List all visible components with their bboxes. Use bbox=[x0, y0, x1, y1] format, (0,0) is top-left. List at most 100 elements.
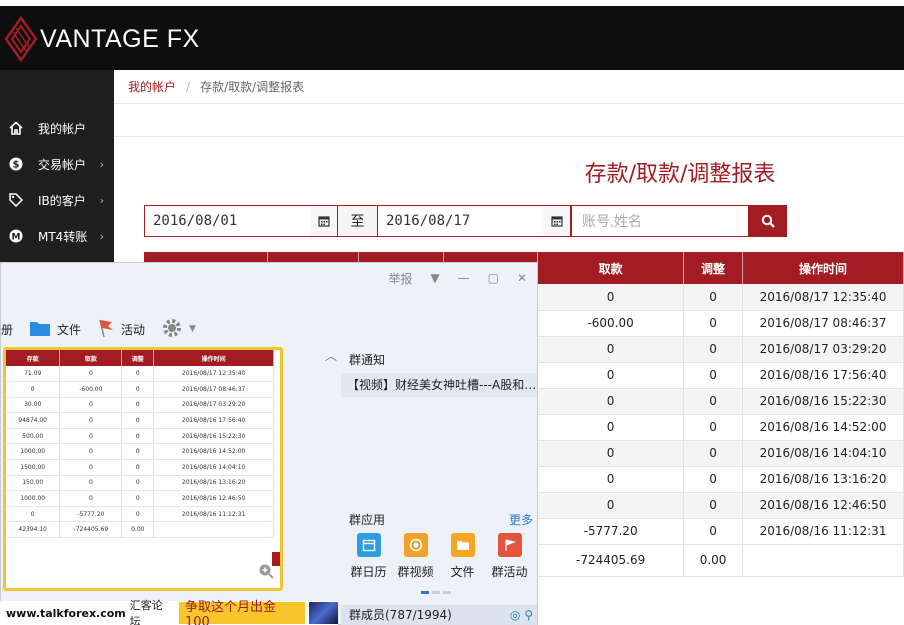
minimize-icon[interactable]: — bbox=[458, 271, 470, 285]
table-cell: 0 bbox=[537, 414, 685, 441]
dropdown-arrow-icon[interactable]: ▼ bbox=[430, 271, 439, 285]
watermark-strip: www.talkforex.com 汇客论坛 争取这个月出金100 bbox=[0, 599, 338, 625]
screenshot-cell: 0 bbox=[59, 490, 123, 507]
group-chat-window: 举报 ▼ — ▢ ✕ 册 文件 活动 ▼ 存款 取款 调整 操作时间 71.09… bbox=[0, 262, 538, 625]
app-files[interactable]: 文件 bbox=[439, 533, 486, 580]
table-cell: 0 bbox=[537, 440, 685, 467]
group-notice-panel: 群通知 【视频】财经美女神吐槽---A股和… bbox=[341, 347, 537, 507]
brand-logo[interactable]: VANTAGE FX bbox=[4, 14, 200, 64]
breadcrumb-home-link[interactable]: 我的帐户 bbox=[128, 78, 176, 95]
app-calendar[interactable]: 群日历 bbox=[345, 533, 392, 580]
table-cell: 2016/08/16 12:46:50 bbox=[742, 492, 904, 519]
table-cell: 0 bbox=[683, 284, 744, 311]
thumbnail-image[interactable] bbox=[308, 602, 338, 624]
tag-icon bbox=[8, 192, 24, 208]
file-label: 文件 bbox=[57, 322, 82, 337]
table-cell: 2016/08/16 13:16:20 bbox=[742, 466, 904, 493]
table-cell: 0 bbox=[537, 362, 685, 389]
table-cell: 0 bbox=[537, 336, 685, 363]
table-cell: 0 bbox=[537, 284, 685, 311]
screenshot-row: 0 -5777.20 0 2016/08/16 11:12:31 bbox=[6, 506, 274, 523]
album-button[interactable]: 册 bbox=[1, 321, 13, 338]
member-search-icon[interactable]: ◎ ⚲ bbox=[510, 605, 533, 625]
chevron-right-icon: › bbox=[99, 229, 104, 243]
more-link[interactable]: 更多 bbox=[509, 507, 533, 533]
dollar-icon: $ bbox=[8, 156, 24, 172]
column-header-adjustment[interactable]: 调整 bbox=[683, 252, 744, 284]
account-name-search-input[interactable] bbox=[571, 205, 749, 237]
chevron-right-icon: › bbox=[99, 193, 104, 207]
table-cell: 2016/08/17 12:35:40 bbox=[742, 284, 904, 311]
collapse-arrow-icon[interactable]: ︿ bbox=[325, 347, 337, 364]
report-link[interactable]: 举报 bbox=[388, 270, 412, 287]
table-cell: 0 bbox=[683, 336, 744, 363]
start-calendar-button[interactable] bbox=[310, 205, 338, 237]
table-cell: 0 bbox=[683, 518, 744, 545]
table-cell: 2016/08/16 15:22:30 bbox=[742, 388, 904, 415]
start-date-input[interactable]: 2016/08/01 bbox=[144, 205, 312, 237]
search-button[interactable] bbox=[749, 205, 787, 237]
table-cell: 0 bbox=[537, 492, 685, 519]
screenshot-row: 150.00 0 0 2016/08/16 13:16:20 bbox=[6, 475, 274, 492]
screenshot-cell: 2016/08/16 17:56:40 bbox=[153, 412, 274, 429]
screenshot-table: 存款 取款 调整 操作时间 71.09 0 0 2016/08/17 12:35:40… bbox=[6, 350, 274, 539]
breadcrumb: 我的帐户 / 存款/取款/调整报表 bbox=[114, 70, 904, 104]
diamond-logo-icon bbox=[4, 15, 38, 63]
page-title: 存款/取款/调整报表 bbox=[584, 162, 776, 187]
screenshot-cell: 500.00 bbox=[6, 428, 61, 445]
screenshot-cell: 0 bbox=[121, 366, 155, 383]
svg-text:M: M bbox=[12, 233, 21, 243]
group-members-bar[interactable]: 群成员(787/1994) ◎ ⚲ bbox=[341, 605, 537, 625]
screenshot-cell: 2016/08/16 13:16:20 bbox=[153, 475, 274, 492]
screenshot-cell: 0 bbox=[121, 381, 155, 398]
app-video[interactable]: 群视频 bbox=[392, 533, 439, 580]
screenshot-cell: 1000.00 bbox=[6, 490, 61, 507]
screenshot-cell: 1500.00 bbox=[6, 459, 61, 476]
app-events[interactable]: 群活动 bbox=[486, 533, 533, 580]
table-cell: 2016/08/17 08:46:37 bbox=[742, 310, 904, 337]
file-button[interactable]: 文件 bbox=[29, 319, 81, 340]
table-cell: 2016/08/17 03:29:20 bbox=[742, 336, 904, 363]
chevron-down-icon: ▼ bbox=[189, 324, 196, 334]
screenshot-row: 42394.10 -724405.69 0.00 bbox=[6, 521, 274, 539]
screenshot-cell: 2016/08/17 08:46:37 bbox=[153, 381, 274, 398]
screenshot-cell: 2016/08/16 11:12:31 bbox=[153, 506, 274, 523]
screenshot-cell: -600.00 bbox=[59, 381, 123, 398]
maximize-icon[interactable]: ▢ bbox=[488, 271, 499, 285]
sidebar-item-mt4-transfer[interactable]: M MT4转账 › bbox=[0, 218, 114, 254]
column-header-withdrawal[interactable]: 取款 bbox=[537, 252, 685, 284]
group-notice-item[interactable]: 【视频】财经美女神吐槽---A股和… bbox=[341, 373, 537, 397]
total-cell bbox=[742, 544, 904, 577]
close-icon[interactable]: ✕ bbox=[517, 271, 527, 285]
table-cell: 0 bbox=[683, 362, 744, 389]
app-label: 群视频 bbox=[397, 565, 434, 579]
sidebar-item-trading-accounts[interactable]: $ 交易帐户 › bbox=[0, 146, 114, 182]
column-header-operation-time[interactable]: 操作时间 bbox=[742, 252, 904, 284]
end-calendar-button[interactable] bbox=[543, 205, 571, 237]
calendar-icon bbox=[356, 533, 381, 557]
end-date-input[interactable]: 2016/08/17 bbox=[377, 205, 545, 237]
total-cell: -724405.69 bbox=[537, 544, 685, 577]
screenshot-cell: -5777.20 bbox=[59, 506, 123, 523]
sidebar-item-label: 交易帐户 bbox=[38, 157, 87, 172]
sidebar-item-my-account[interactable]: 我的帐户 bbox=[0, 110, 114, 146]
page-indicator bbox=[421, 591, 451, 594]
screenshot-cell: 0 bbox=[6, 506, 61, 523]
folder-icon bbox=[29, 319, 51, 340]
settings-button[interactable]: ▼ bbox=[161, 317, 196, 342]
m-circle-icon: M bbox=[8, 228, 24, 244]
activity-button[interactable]: 活动 bbox=[97, 318, 145, 341]
total-cell: 0.00 bbox=[683, 544, 744, 577]
shared-screenshot-image[interactable]: 存款 取款 调整 操作时间 71.09 0 0 2016/08/17 12:35:40… bbox=[3, 347, 283, 591]
home-icon bbox=[8, 120, 24, 136]
screenshot-cell: 2016/08/16 14:52:00 bbox=[153, 443, 274, 461]
chevron-right-icon: › bbox=[99, 157, 104, 171]
screenshot-cell: 42394.10 bbox=[6, 521, 61, 539]
zoom-in-icon[interactable] bbox=[258, 563, 274, 582]
sidebar-item-ib-clients[interactable]: IB的客户 › bbox=[0, 182, 114, 218]
screenshot-cell: 150.00 bbox=[6, 475, 61, 492]
screenshot-row: 500.00 0 0 2016/08/16 15:22:30 bbox=[6, 428, 274, 445]
promo-banner[interactable]: 争取这个月出金100 bbox=[178, 600, 305, 625]
screenshot-header-row: 存款 取款 调整 操作时间 bbox=[6, 350, 274, 366]
table-cell: 2016/08/16 17:56:40 bbox=[742, 362, 904, 389]
